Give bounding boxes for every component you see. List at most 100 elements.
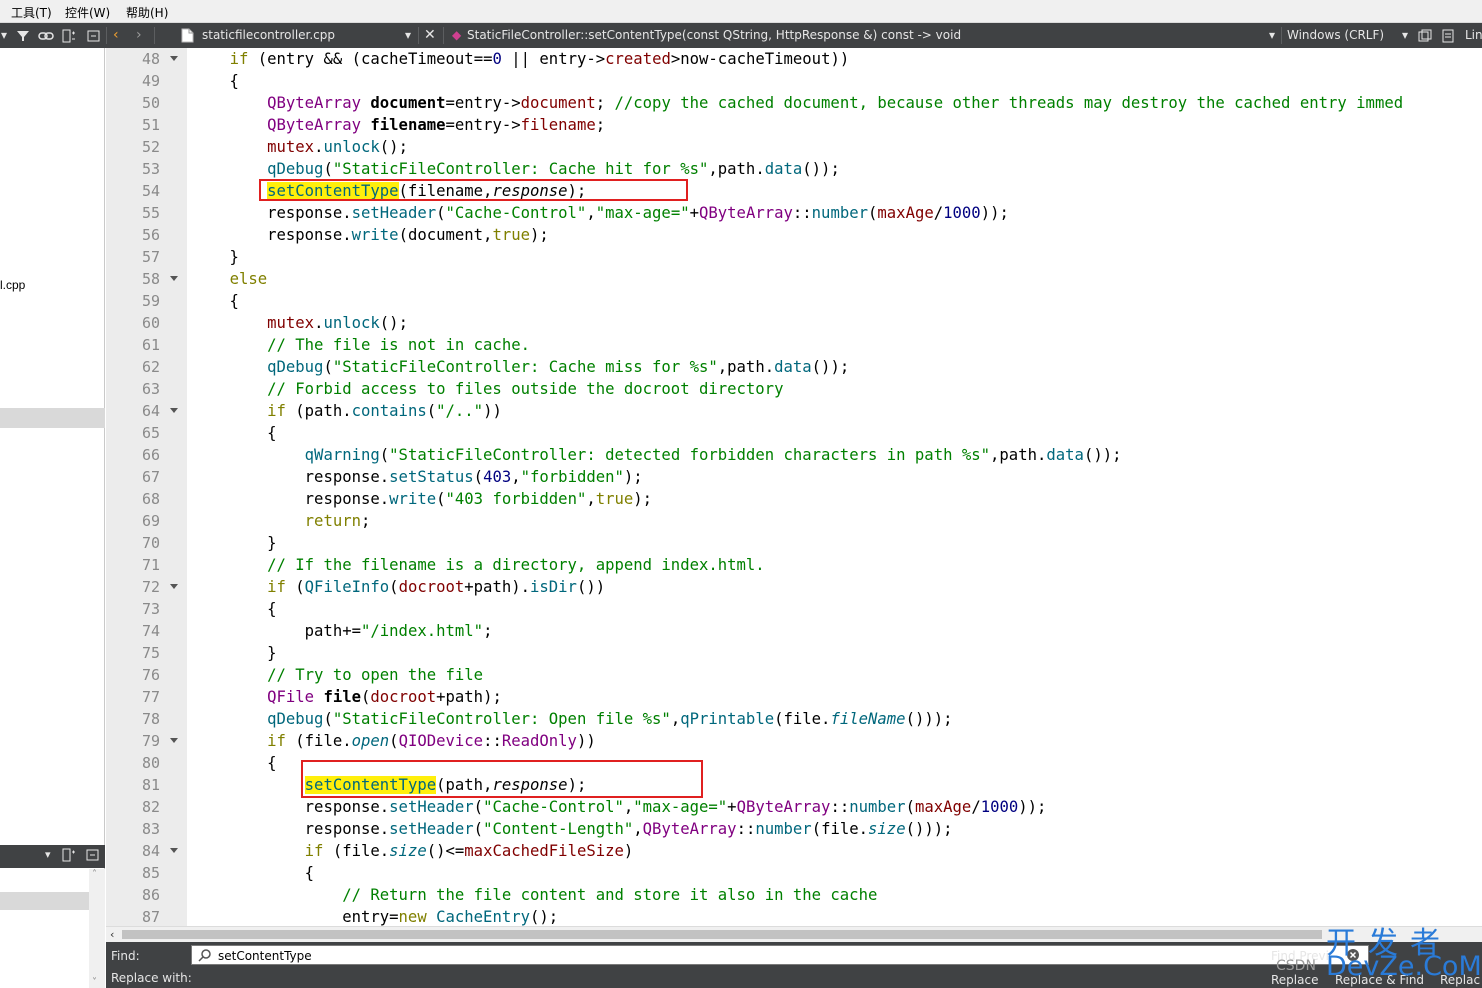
replace-input[interactable] — [191, 967, 1369, 988]
fold-arrow-icon[interactable] — [170, 276, 178, 281]
code-text: if (file.size()<=maxCachedFileSize) — [192, 840, 634, 862]
file-dropdown-icon[interactable]: ▾ — [405, 23, 411, 48]
code-text: { — [192, 290, 239, 312]
code-text: { — [192, 70, 239, 92]
back-arrow-icon[interactable]: ‹ — [113, 23, 119, 48]
line-number: 54 — [141, 182, 160, 200]
document-icon[interactable] — [1441, 23, 1455, 48]
open-file-name[interactable]: staticfilecontroller.cpp — [202, 23, 335, 48]
sidebar-dropdown-icon[interactable]: ▾ — [45, 848, 51, 861]
horizontal-scrollbar[interactable]: ‹ — [106, 926, 1482, 942]
scroll-down-icon[interactable]: ˅ — [92, 977, 97, 988]
code-line[interactable]: 83 response.setHeader("Content-Length",Q… — [106, 818, 1482, 840]
replace-label: Replace with: — [111, 971, 192, 985]
close-split-icon[interactable] — [87, 23, 101, 48]
code-token: response — [304, 490, 380, 508]
code-line[interactable]: 87 entry=new CacheEntry(); — [106, 906, 1482, 926]
code-text: if (file.open(QIODevice::ReadOnly)) — [192, 730, 596, 752]
code-line[interactable]: 80 { — [106, 752, 1482, 774]
code-token: mutex — [267, 314, 315, 332]
scroll-up-icon[interactable]: ˄ — [92, 869, 97, 880]
code-line[interactable]: 57 } — [106, 246, 1482, 268]
line-ending-selector[interactable]: Windows (CRLF) — [1287, 23, 1384, 48]
sidebar-scrollbar[interactable]: ˄ ˅ — [89, 869, 105, 988]
code-line[interactable]: 63 // Forbid access to files outside the… — [106, 378, 1482, 400]
symbol-dropdown-icon[interactable]: ▾ — [1269, 23, 1275, 48]
code-line[interactable]: 66 qWarning("StaticFileController: detec… — [106, 444, 1482, 466]
line-ending-dropdown-icon[interactable]: ▾ — [1402, 23, 1408, 48]
code-line[interactable]: 62 qDebug("StaticFileController: Cache m… — [106, 356, 1482, 378]
sidebar-close-icon[interactable] — [86, 848, 100, 865]
code-line[interactable]: 77 QFile file(docroot+path); — [106, 686, 1482, 708]
link-icon[interactable] — [38, 23, 54, 48]
fold-arrow-icon[interactable] — [170, 408, 178, 413]
code-token: // Try to open the file — [267, 666, 484, 684]
code-editor[interactable]: 48 if (entry && (cacheTimeout==0 || entr… — [106, 48, 1482, 926]
code-line[interactable]: 48 if (entry && (cacheTimeout==0 || entr… — [106, 48, 1482, 70]
code-token: path+= — [192, 622, 361, 640]
replace-button[interactable]: Replace — [1271, 973, 1318, 987]
code-line[interactable]: 52 mutex.unlock(); — [106, 136, 1482, 158]
code-line[interactable]: 64 if (path.contains("/..")) — [106, 400, 1482, 422]
code-line[interactable]: 84 if (file.size()<=maxCachedFileSize) — [106, 840, 1482, 862]
sidebar-split-icon[interactable] — [62, 848, 76, 865]
code-line[interactable]: 70 } — [106, 532, 1482, 554]
code-line[interactable]: 85 { — [106, 862, 1482, 884]
menu-controls[interactable]: 控件(W) — [65, 4, 110, 21]
code-token: setHeader — [351, 204, 437, 222]
code-line[interactable]: 75 } — [106, 642, 1482, 664]
code-token: +path); — [436, 688, 502, 706]
split-window-icon[interactable] — [1418, 23, 1432, 48]
code-token: if — [267, 402, 286, 420]
code-line[interactable]: 54 setContentType(filename,response); — [106, 180, 1482, 202]
code-line[interactable]: 61 // The file is not in cache. — [106, 334, 1482, 356]
code-line[interactable]: 51 QByteArray filename=entry->filename; — [106, 114, 1482, 136]
filter-icon[interactable] — [16, 23, 30, 48]
close-file-icon[interactable]: ✕ — [424, 23, 436, 48]
code-line[interactable]: 60 mutex.unlock(); — [106, 312, 1482, 334]
code-line[interactable]: 72 if (QFileInfo(docroot+path).isDir()) — [106, 576, 1482, 598]
code-line[interactable]: 81 setContentType(path,response); — [106, 774, 1482, 796]
code-line[interactable]: 56 response.write(document,true); — [106, 224, 1482, 246]
code-line[interactable]: 53 qDebug("StaticFileController: Cache h… — [106, 158, 1482, 180]
split-icon[interactable] — [62, 23, 76, 48]
code-line[interactable]: 79 if (file.open(QIODevice::ReadOnly)) — [106, 730, 1482, 752]
code-line[interactable]: 49 { — [106, 70, 1482, 92]
code-line[interactable]: 50 QByteArray document=entry->document; … — [106, 92, 1482, 114]
code-line[interactable]: 55 response.setHeader("Cache-Control","m… — [106, 202, 1482, 224]
scroll-left-icon[interactable]: ‹ — [110, 928, 114, 941]
code-line[interactable]: 74 path+="/index.html"; — [106, 620, 1482, 642]
code-line[interactable]: 86 // Return the file content and store … — [106, 884, 1482, 906]
code-token: =entry-> — [445, 94, 521, 112]
code-line[interactable]: 68 response.write("403 forbidden",true); — [106, 488, 1482, 510]
code-line[interactable]: 78 qDebug("StaticFileController: Open fi… — [106, 708, 1482, 730]
fold-arrow-icon[interactable] — [170, 738, 178, 743]
code-line[interactable]: 65 { — [106, 422, 1482, 444]
symbol-selector[interactable]: StaticFileController::setContentType(con… — [467, 23, 961, 48]
fold-arrow-icon[interactable] — [170, 56, 178, 61]
code-line[interactable]: 76 // Try to open the file — [106, 664, 1482, 686]
code-line[interactable]: 58 else — [106, 268, 1482, 290]
forward-arrow-icon[interactable]: › — [136, 23, 142, 48]
sidebar-selected-row[interactable] — [0, 408, 105, 428]
scroll-thumb[interactable] — [122, 930, 1322, 939]
cursor-position[interactable]: Lin — [1465, 23, 1482, 48]
sidebar-file-item[interactable]: l.cpp — [0, 278, 25, 292]
menu-tools[interactable]: 工具(T) — [11, 4, 52, 21]
fold-arrow-icon[interactable] — [170, 848, 178, 853]
code-line[interactable]: 69 return; — [106, 510, 1482, 532]
code-text: entry=new CacheEntry(); — [192, 906, 558, 926]
code-line[interactable]: 71 // If the filename is a directory, ap… — [106, 554, 1482, 576]
find-input[interactable]: setContentType — [191, 945, 1369, 965]
sidebar-selected-row[interactable] — [0, 892, 89, 910]
code-token: ()<= — [426, 842, 465, 860]
code-line[interactable]: 67 response.setStatus(403,"forbidden"); — [106, 466, 1482, 488]
menu-help[interactable]: 帮助(H) — [126, 4, 168, 21]
code-line[interactable]: 59 { — [106, 290, 1482, 312]
code-line[interactable]: 73 { — [106, 598, 1482, 620]
code-line[interactable]: 82 response.setHeader("Cache-Control","m… — [106, 796, 1482, 818]
fold-arrow-icon[interactable] — [170, 584, 178, 589]
dropdown-arrow-icon[interactable]: ▾ — [1, 23, 7, 48]
